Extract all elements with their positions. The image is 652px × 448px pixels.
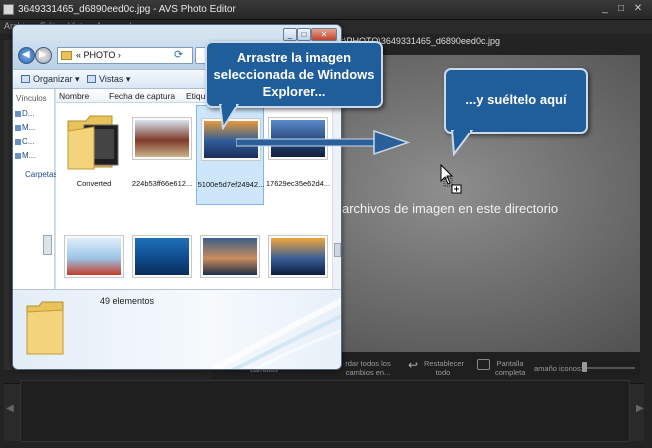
nav-item-3[interactable]: C... [22, 137, 34, 146]
folder-icon [67, 115, 119, 170]
reset-all-label[interactable]: Restablecer todo [424, 359, 464, 377]
nav-item-4[interactable]: M... [22, 151, 35, 160]
folder-icon [61, 51, 72, 60]
explorer-close-icon[interactable]: ✕ [311, 28, 337, 41]
callout-pointer [218, 104, 240, 130]
image-thumbnail [132, 235, 192, 278]
views-button[interactable]: Vistas ▾ [99, 74, 130, 85]
nav-item-icon [15, 111, 21, 117]
fullscreen-icon[interactable] [477, 359, 490, 370]
app-icon [3, 4, 14, 15]
nav-pane-scroll-handle[interactable] [43, 235, 52, 255]
drag-instruction-callout: Arrastre la imagen seleccionada de Windo… [205, 41, 383, 108]
address-bar[interactable]: « PHOTO › [57, 47, 193, 64]
thumbnail-picture [135, 120, 189, 157]
explorer-minimize-icon[interactable]: _ [283, 28, 297, 41]
image-thumbnail [132, 117, 192, 160]
drag-cursor-icon [440, 164, 462, 194]
details-pane: 49 elementos [13, 289, 341, 369]
file-item-image[interactable]: 224b53ff66e612... [128, 105, 196, 205]
image-thumbnail [200, 235, 260, 278]
item-count: 49 elementos [100, 296, 155, 306]
back-arrow-icon[interactable]: ◀ [18, 47, 35, 64]
thumb-size-slider[interactable] [583, 367, 635, 369]
drop-instruction-callout: ...y suéltelo aquí [444, 68, 588, 134]
thumbnail-picture [67, 238, 121, 275]
maximize-icon[interactable]: □ [614, 3, 628, 16]
file-name-label: 17629ec35e62d4... [265, 179, 331, 188]
organize-icon [21, 75, 30, 83]
folder-icon [26, 301, 64, 355]
reset-icon[interactable]: ↩ [408, 358, 418, 372]
file-name-label: 224b53ff66e612... [131, 179, 193, 188]
empty-folder-message: archivos de imagen en este directorio [342, 201, 559, 216]
filmstrip-area[interactable] [20, 380, 630, 442]
thumb-size-label: amaño iconos: [534, 364, 583, 373]
thumb-size-slider-handle[interactable] [582, 362, 587, 372]
views-icon [87, 75, 96, 83]
refresh-icon[interactable]: ⟳ [174, 48, 188, 62]
nav-item-icon [15, 139, 21, 145]
close-icon[interactable]: ✕ [631, 3, 645, 16]
nav-item-2[interactable]: M... [22, 123, 35, 132]
file-name-label: Converted [76, 179, 112, 188]
nav-links-header: Vínculos [16, 94, 47, 103]
nav-folders-link[interactable]: Carpetas [25, 170, 57, 179]
thumbnail-picture [135, 238, 189, 275]
file-item-folder[interactable]: Converted [60, 105, 128, 205]
avs-window-title: 3649331465_d6890eed0c.jpg - AVS Photo Ed… [18, 4, 236, 15]
navigation-pane: Vínculos D... M... C... M... Carpetas [13, 89, 57, 289]
nav-item-1[interactable]: D... [22, 109, 34, 118]
thumbnail-picture [271, 238, 325, 275]
forward-arrow-icon[interactable]: ▶ [35, 47, 52, 64]
organize-button[interactable]: Organizar ▾ [33, 74, 80, 85]
left-panel-strip [4, 40, 12, 370]
column-date[interactable]: Fecha de captura [109, 91, 175, 101]
decorative-swoosh [211, 297, 341, 369]
save-all-label[interactable]: rdar todos los cambios en... [340, 359, 396, 377]
nav-item-icon [15, 125, 21, 131]
file-list-scroll-thumb[interactable] [334, 243, 341, 257]
fullscreen-label[interactable]: Pantalla completa [495, 359, 525, 377]
image-thumbnail [64, 235, 124, 278]
callout-pointer [450, 130, 474, 156]
column-name[interactable]: Nombre [59, 91, 89, 101]
minimize-icon[interactable]: _ [598, 3, 612, 16]
explorer-maximize-icon[interactable]: □ [297, 28, 311, 41]
address-text: « PHOTO › [76, 50, 121, 60]
thumbnail-picture [203, 238, 257, 275]
avs-title-bar: 3649331465_d6890eed0c.jpg - AVS Photo Ed… [0, 0, 652, 20]
nav-item-icon [15, 153, 21, 159]
drag-arrow-icon [236, 129, 411, 156]
explorer-window-controls: _ □ ✕ [283, 28, 338, 42]
filmstrip-left-arrow-icon[interactable]: ◀ [6, 403, 14, 414]
file-name-label: 5100e5d7ef24942... [197, 180, 265, 189]
image-thumbnail [268, 235, 328, 278]
filmstrip-right-arrow-icon[interactable]: ▶ [636, 403, 644, 414]
